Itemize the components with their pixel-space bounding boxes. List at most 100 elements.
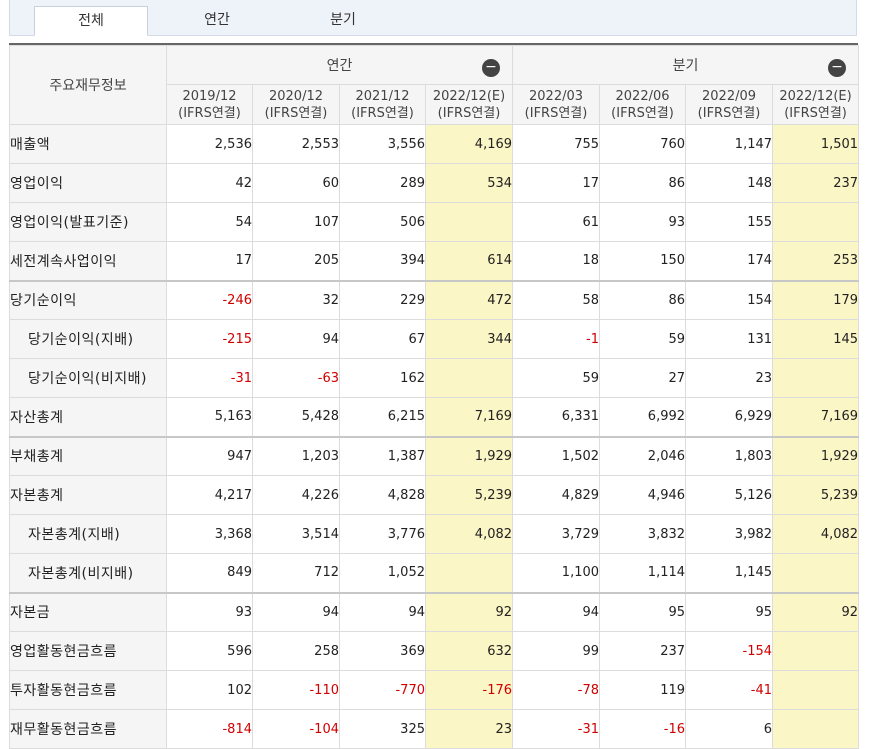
table-cell: 150 <box>599 241 687 281</box>
row-label: 자본금 <box>9 591 167 632</box>
tab-all[interactable]: 전체 <box>34 6 148 36</box>
table-cell: 17 <box>512 163 601 203</box>
table-cell: 23 <box>685 358 774 398</box>
table-cell: 760 <box>599 124 687 164</box>
table-row: 투자활동현금흐름 102 -110 -770 -176 -78 119 -41 <box>9 670 860 710</box>
quarter-group-label: 분기 <box>672 58 699 74</box>
row-label: 매출액 <box>9 124 167 164</box>
row-label: 자본총계 <box>9 475 167 515</box>
table-row: 당기순이익(지배) -215 94 67 344 -1 59 131 145 <box>9 319 860 359</box>
table-cell: 4,082 <box>772 514 860 554</box>
period-basis: (IFRS연결) <box>178 105 241 121</box>
tab-annual[interactable]: 연간 <box>160 6 274 36</box>
table-cell: 67 <box>339 319 426 359</box>
table-cell: -63 <box>252 358 340 398</box>
table-cell: -176 <box>424 670 514 710</box>
table-cell: 54 <box>166 202 253 242</box>
table-cell: 7,169 <box>772 397 860 437</box>
row-label: 부채총계 <box>9 435 167 476</box>
table-cell: 632 <box>424 631 514 671</box>
table-cell: 94 <box>339 591 426 632</box>
table-cell: 5,163 <box>166 397 253 437</box>
table-cell: -814 <box>166 709 253 749</box>
table-cell: 534 <box>424 163 514 203</box>
table-cell: 23 <box>424 709 514 749</box>
table-cell: 5,428 <box>252 397 340 437</box>
table-cell <box>424 202 514 242</box>
period-basis: (IFRS연결) <box>351 105 414 121</box>
table-cell: 95 <box>685 591 774 632</box>
table-row: 세전계속사업이익 17 205 394 614 18 150 174 253 <box>9 241 860 281</box>
table-cell: 94 <box>512 591 601 632</box>
table-cell: 344 <box>424 319 514 359</box>
period-header: 2022/12(E) (IFRS연결) <box>772 84 860 125</box>
table-cell: 6,992 <box>599 397 687 437</box>
table-cell: 229 <box>339 279 426 320</box>
table-cell: -246 <box>166 279 253 320</box>
table-cell: -31 <box>512 709 601 749</box>
table-cell: 179 <box>772 279 860 320</box>
table-cell: 2,046 <box>599 435 687 476</box>
table-cell: -154 <box>685 631 774 671</box>
period-basis: (IFRS연결) <box>784 105 847 121</box>
table-cell: 253 <box>772 241 860 281</box>
period-header: 2019/12 (IFRS연결) <box>166 84 253 125</box>
table-cell: 92 <box>772 591 860 632</box>
collapse-quarter-icon[interactable]: − <box>828 59 847 77</box>
period-date: 2021/12 <box>355 88 410 104</box>
tab-bar: 전체 연간 분기 <box>9 0 857 36</box>
table-cell: 289 <box>339 163 426 203</box>
period-date: 2022/09 <box>702 88 757 104</box>
row-label: 재무활동현금흐름 <box>9 709 167 749</box>
table-cell: 5,239 <box>772 475 860 515</box>
table-cell: 154 <box>685 279 774 320</box>
period-basis: (IFRS연결) <box>697 105 761 121</box>
table-cell: 1,501 <box>772 124 860 164</box>
table-cell: 93 <box>166 591 253 632</box>
table-cell: 258 <box>252 631 340 671</box>
table-cell: 42 <box>166 163 253 203</box>
table-cell: 4,829 <box>512 475 601 515</box>
table-cell: 61 <box>512 202 601 242</box>
table-cell: -16 <box>599 709 687 749</box>
table-row: 자본총계 4,217 4,226 4,828 5,239 4,829 4,946 5,126 5… <box>9 475 860 515</box>
table-row: 영업이익 42 60 289 534 17 86 148 237 <box>9 163 860 203</box>
table-cell: 394 <box>339 241 426 281</box>
row-label: 자산총계 <box>9 397 167 437</box>
table-cell: 947 <box>166 435 253 476</box>
table-row: 부채총계 947 1,203 1,387 1,929 1,502 2,046 1,803 1,9… <box>9 435 860 476</box>
collapse-annual-icon[interactable]: − <box>482 59 501 77</box>
table-cell: 3,982 <box>685 514 774 554</box>
table-cell: -104 <box>252 709 340 749</box>
row-label: 자본총계(지배) <box>9 514 167 554</box>
tab-quarter[interactable]: 분기 <box>286 6 400 36</box>
table-cell: 4,082 <box>424 514 514 554</box>
table-cell: 1,502 <box>512 435 601 476</box>
table-cell <box>424 553 514 593</box>
annual-group-label: 연간 <box>326 58 353 74</box>
table-cell: 102 <box>166 670 253 710</box>
table-cell: 145 <box>772 319 860 359</box>
table-cell: 1,203 <box>252 435 340 476</box>
period-header: 2021/12 (IFRS연결) <box>339 84 426 125</box>
quarter-group-header: 분기 − <box>512 45 860 85</box>
table-cell: 94 <box>252 591 340 632</box>
table-cell: 107 <box>252 202 340 242</box>
table-cell: 237 <box>772 163 860 203</box>
table-cell: 162 <box>339 358 426 398</box>
table-cell: 506 <box>339 202 426 242</box>
table-cell: 93 <box>599 202 687 242</box>
table-cell: 1,929 <box>772 435 860 476</box>
row-label: 세전계속사업이익 <box>9 241 167 281</box>
period-basis: (IFRS연결) <box>524 105 588 121</box>
table-cell: 205 <box>252 241 340 281</box>
table-row: 자본총계(비지배) 849 712 1,052 1,100 1,114 1,145 <box>9 553 860 593</box>
table-cell: 86 <box>599 279 687 320</box>
table-cell: 3,368 <box>166 514 253 554</box>
table-row: 영업이익(발표기준) 54 107 506 61 93 155 <box>9 202 860 242</box>
table-row: 자산총계 5,163 5,428 6,215 7,169 6,331 6,992 6,929 7… <box>9 397 860 437</box>
table-cell: 59 <box>599 319 687 359</box>
table-cell <box>772 553 860 593</box>
table-row: 당기순이익(비지배) -31 -63 162 59 27 23 <box>9 358 860 398</box>
table-cell: 92 <box>424 591 514 632</box>
